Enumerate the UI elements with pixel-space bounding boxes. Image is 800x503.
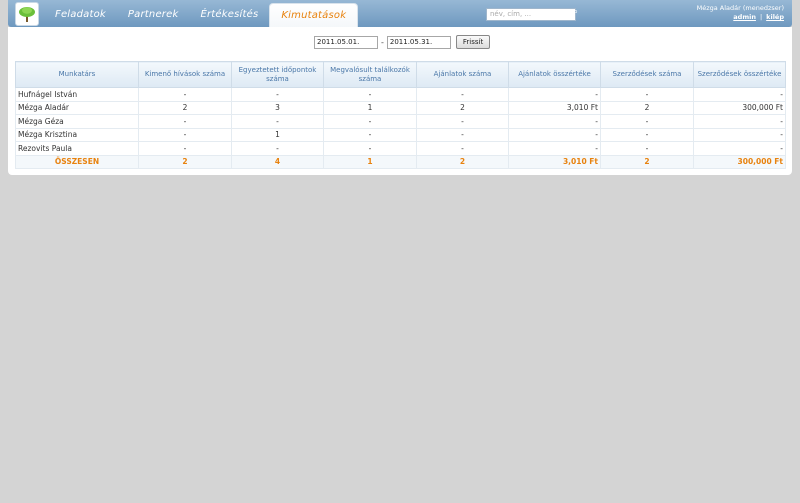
refresh-button[interactable]: Frissít <box>455 35 491 49</box>
separator: | <box>759 13 763 21</box>
user-box: Mézga Aladár (menedzser) admin | kilép <box>697 4 784 22</box>
total-cell: 4 <box>231 154 324 169</box>
table-cell: - <box>138 127 232 142</box>
col-header[interactable]: Szerződések száma <box>600 61 694 88</box>
table-cell: - <box>323 87 417 102</box>
table-cell: - <box>600 141 694 156</box>
logout-link[interactable]: kilép <box>766 13 784 21</box>
tab-ertekesites[interactable]: Értékesítés <box>189 0 269 27</box>
col-header[interactable]: Szerződések összértéke <box>693 61 786 88</box>
table-cell: - <box>138 141 232 156</box>
table-cell: 2 <box>138 100 232 115</box>
table-cell: - <box>138 114 232 129</box>
table-cell: - <box>231 87 324 102</box>
table-cell: - <box>323 127 417 142</box>
report-panel: 2011.05.01. - 2011.05.31. Frissít Munkat… <box>8 27 792 175</box>
total-cell: 2 <box>416 154 509 169</box>
table-cell: - <box>600 127 694 142</box>
col-header[interactable]: Munkatárs <box>15 61 139 88</box>
table-cell: - <box>508 127 601 142</box>
total-cell: 300,000 Ft <box>693 154 786 169</box>
table-cell: 300,000 Ft <box>693 100 786 115</box>
table-cell: - <box>416 127 509 142</box>
search-input[interactable]: név, cím, ... <box>486 8 576 21</box>
date-from-field[interactable]: 2011.05.01. <box>314 35 378 49</box>
employee-name[interactable]: Mézga Aladár <box>15 100 139 115</box>
table-cell: 2 <box>600 100 694 115</box>
total-row: ÖSSZESEN 2 4 1 2 3,010 Ft 2 300,000 Ft <box>15 154 786 169</box>
total-cell: 3,010 Ft <box>508 154 601 169</box>
user-name: Mézga Aladár (menedzser) <box>696 4 784 12</box>
col-header[interactable]: Ajánlatok száma <box>416 61 509 88</box>
table-cell: - <box>416 114 509 129</box>
employee-name[interactable]: Hufnágel István <box>15 87 139 102</box>
report-table: Munkatárs Kimenő hívások száma Egyeztete… <box>15 61 786 169</box>
table-cell: - <box>693 141 786 156</box>
table-cell: - <box>231 114 324 129</box>
table-row: Rezovits Paula - - - - - - - <box>15 141 786 156</box>
table-cell: 1 <box>231 127 324 142</box>
main-nav: Feladatok Partnerek Értékesítés Kimutatá… <box>44 0 359 28</box>
table-cell: - <box>416 87 509 102</box>
table-cell: 2 <box>416 100 509 115</box>
table-cell: - <box>600 87 694 102</box>
table-row: Mézga Krisztina - 1 - - - - - <box>15 127 786 142</box>
table-cell: 3 <box>231 100 324 115</box>
total-cell: 1 <box>323 154 417 169</box>
table-cell: - <box>693 127 786 142</box>
table-cell: - <box>138 87 232 102</box>
employee-name[interactable]: Mézga Krisztina <box>15 127 139 142</box>
table-cell: 3,010 Ft <box>508 100 601 115</box>
table-cell: - <box>693 87 786 102</box>
total-cell: 2 <box>138 154 232 169</box>
col-header[interactable]: Kimenő hívások száma <box>138 61 232 88</box>
employee-name[interactable]: Mézga Géza <box>15 114 139 129</box>
tree-logo-icon[interactable] <box>15 2 39 26</box>
top-navigation-bar: Feladatok Partnerek Értékesítés Kimutatá… <box>8 0 792 28</box>
date-separator: - <box>381 37 384 47</box>
tab-partnerek[interactable]: Partnerek <box>117 0 190 27</box>
table-cell: - <box>508 114 601 129</box>
table-cell: 1 <box>323 100 417 115</box>
col-header[interactable]: Megvalósult találkozók száma <box>323 61 417 88</box>
col-header[interactable]: Egyeztetett időpontok száma <box>231 61 324 88</box>
tab-feladatok[interactable]: Feladatok <box>44 0 117 27</box>
tab-kimutatasok[interactable]: Kimutatások <box>269 3 359 28</box>
table-cell: - <box>323 114 417 129</box>
employee-name[interactable]: Rezovits Paula <box>15 141 139 156</box>
date-to-field[interactable]: 2011.05.31. <box>386 35 451 49</box>
table-row: Hufnágel István - - - - - - - <box>15 87 786 102</box>
table-row: Mézga Géza - - - - - - - <box>15 114 786 129</box>
table-cell: - <box>416 141 509 156</box>
table-cell: - <box>693 114 786 129</box>
table-cell: - <box>600 114 694 129</box>
table-cell: - <box>323 141 417 156</box>
table-header-row: Munkatárs Kimenő hívások száma Egyeztete… <box>15 61 786 88</box>
search-icon[interactable]: ⌕ <box>573 7 578 17</box>
table-cell: - <box>508 141 601 156</box>
table-row: Mézga Aladár 2 3 1 2 3,010 Ft 2 300,000 … <box>15 100 786 115</box>
table-cell: - <box>231 141 324 156</box>
date-filter: 2011.05.01. - 2011.05.31. Frissít <box>314 35 491 49</box>
table-cell: - <box>508 87 601 102</box>
col-header[interactable]: Ajánlatok összértéke <box>508 61 601 88</box>
total-label: ÖSSZESEN <box>15 154 139 169</box>
admin-link[interactable]: admin <box>733 13 756 21</box>
total-cell: 2 <box>600 154 694 169</box>
